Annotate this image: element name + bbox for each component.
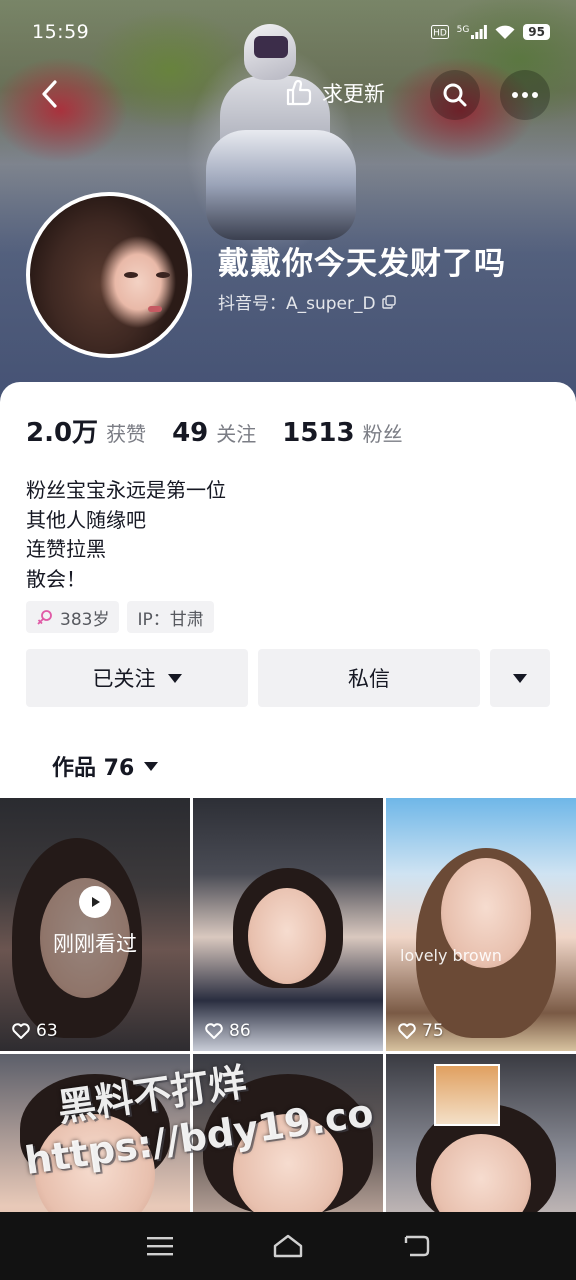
stat-label: 关注	[216, 422, 257, 446]
thumb-face	[248, 888, 326, 984]
avatar-eye	[156, 272, 170, 278]
video-tile[interactable]: 86	[193, 798, 383, 1051]
poke-hand-icon	[286, 79, 312, 106]
request-update-label: 求更新	[322, 82, 385, 106]
avatar-lips	[148, 306, 162, 312]
heart-icon	[12, 1023, 30, 1039]
home-button[interactable]	[260, 1226, 316, 1266]
status-bar: 15:59 HD 5G 95	[0, 0, 576, 64]
profile-nickname: 戴戴你今天发财了吗	[218, 246, 506, 282]
network-type: 5G	[456, 25, 470, 35]
douyin-id-text: 抖音号：A_super_D	[218, 294, 376, 314]
more-dots-icon	[512, 92, 538, 98]
request-update-button[interactable]: 求更新	[282, 74, 385, 112]
video-likes: 86	[205, 1021, 251, 1041]
home-icon	[273, 1234, 303, 1258]
video-likes: 75	[398, 1021, 444, 1041]
bio-line: 连赞拉黑	[26, 537, 106, 561]
recent-apps-button[interactable]	[132, 1226, 188, 1266]
tab-works[interactable]: 作品 76	[52, 750, 159, 782]
female-icon	[37, 610, 52, 625]
stat-likes: 2.0万 获赞	[26, 412, 146, 449]
works-tab-label: 作品 76	[52, 756, 135, 781]
likes-count: 63	[36, 1021, 58, 1041]
heart-icon	[205, 1023, 223, 1039]
status-time: 15:59	[32, 21, 90, 43]
system-navigation-bar	[0, 1212, 576, 1280]
cellular-signal-icon: 5G	[457, 25, 488, 39]
followed-label: 已关注	[92, 667, 156, 691]
stat-label: 获赞	[106, 422, 147, 446]
search-icon	[443, 83, 467, 107]
stat-following[interactable]: 49 关注	[172, 418, 256, 448]
bio-line: 其他人随缘吧	[26, 507, 146, 532]
battery-indicator: 95	[523, 24, 550, 40]
heart-icon	[398, 1023, 416, 1039]
stat-value: 1513	[282, 418, 355, 448]
copy-icon[interactable]	[381, 294, 396, 309]
video-caption: lovely brown	[400, 946, 502, 965]
caret-down-icon	[167, 673, 182, 683]
search-button[interactable]	[430, 70, 480, 120]
video-tile[interactable]: 刚刚看过 63	[0, 798, 190, 1051]
top-navigation: 求更新	[0, 62, 576, 122]
caret-down-icon	[144, 761, 159, 771]
video-likes: 63	[12, 1021, 58, 1041]
video-tile[interactable]	[386, 1054, 576, 1214]
hd-icon: HD	[430, 25, 449, 39]
douyin-id[interactable]: 抖音号：A_super_D	[218, 289, 396, 314]
recently-watched-label: 刚刚看过	[53, 932, 137, 956]
likes-count: 75	[422, 1021, 444, 1041]
age-text: 383岁	[60, 609, 110, 630]
more-button[interactable]	[500, 70, 550, 120]
caret-down-icon	[513, 673, 527, 683]
bio-line: 散会！	[26, 566, 86, 591]
stat-label: 粉丝	[362, 422, 403, 446]
bio-line: 粉丝宝宝永远是第一位	[26, 478, 226, 502]
profile-actions: 已关注 私信	[26, 649, 550, 707]
message-label: 私信	[348, 667, 390, 691]
back-button[interactable]	[28, 74, 70, 114]
play-icon	[79, 886, 111, 918]
profile-bio: 粉丝宝宝永远是第一位 其他人随缘吧 连赞拉黑 散会！	[26, 476, 226, 594]
wifi-icon	[495, 25, 515, 40]
avatar-eye	[124, 272, 138, 278]
video-tile[interactable]: lovely brown 75	[386, 798, 576, 1051]
cover-motorcycle	[206, 130, 356, 240]
profile-tags: 383岁 IP：甘肃	[26, 601, 214, 633]
more-actions-dropdown[interactable]	[490, 649, 550, 707]
stat-value: 49	[172, 418, 209, 448]
profile-stats: 2.0万 获赞 49 关注 1513 粉丝	[26, 412, 403, 449]
menu-icon	[147, 1237, 173, 1256]
stat-value: 2.0万	[26, 418, 99, 448]
recently-watched-overlay: 刚刚看过	[0, 886, 190, 958]
svg-text:HD: HD	[433, 29, 447, 39]
dog-sticker	[434, 1064, 500, 1126]
ip-tag: IP：甘肃	[127, 601, 214, 633]
age-tag: 383岁	[26, 601, 120, 633]
ip-text: IP：甘肃	[137, 609, 204, 630]
followed-button[interactable]: 已关注	[26, 649, 248, 707]
return-icon	[404, 1235, 430, 1257]
stat-followers[interactable]: 1513 粉丝	[282, 418, 402, 448]
back-nav-button[interactable]	[388, 1226, 444, 1266]
message-button[interactable]: 私信	[258, 649, 480, 707]
avatar[interactable]	[26, 192, 192, 358]
likes-count: 86	[229, 1021, 251, 1041]
chevron-left-icon	[42, 80, 57, 108]
